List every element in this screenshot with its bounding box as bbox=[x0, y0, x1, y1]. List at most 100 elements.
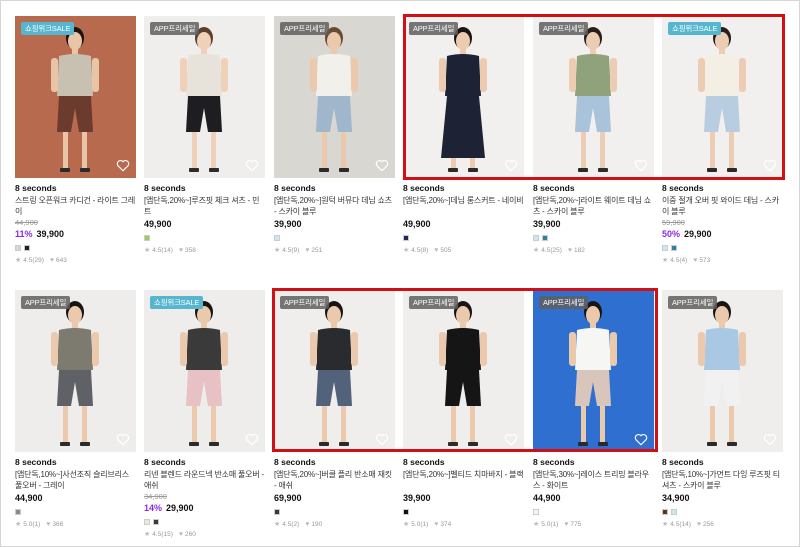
product-name[interactable]: [앱단독,20%~]버클 플리 반소매 재킷 - 애쉬 bbox=[274, 469, 395, 491]
heart-outline-icon[interactable] bbox=[763, 433, 777, 446]
product-card[interactable]: APP프리세일 8 seconds [앱단독,10%~]가먼트 다잉 루즈핏 티셔츠… bbox=[662, 290, 783, 528]
product-brand[interactable]: 8 seconds bbox=[274, 457, 395, 467]
product-brand[interactable]: 8 seconds bbox=[144, 457, 265, 467]
rating-value: 4.5(29) bbox=[23, 256, 44, 264]
product-card[interactable]: 쇼핑위크SALE 8 seconds 이중 절개 오버 핏 와이드 데님 - 스카이… bbox=[662, 16, 783, 264]
product-card[interactable]: APP프리세일 8 seconds [앱단독,20%~]원턱 버뮤다 데님 쇼츠 -… bbox=[274, 16, 395, 254]
app-presale-badge: APP프리세일 bbox=[409, 296, 459, 309]
color-swatch[interactable] bbox=[274, 235, 280, 241]
heart-outline-icon[interactable] bbox=[375, 159, 389, 172]
product-name[interactable]: [앱단독,10%~]사선조직 슬리브리스 풀오버 - 그레이 bbox=[15, 469, 136, 491]
product-image[interactable]: 쇼핑위크SALE bbox=[144, 290, 265, 452]
product-card[interactable]: APP프리세일 8 seconds [앱단독,20%~]벨티드 치마바지 - 블랙 3… bbox=[403, 290, 524, 528]
product-image[interactable]: APP프리세일 bbox=[274, 16, 395, 178]
product-name[interactable]: 리넨 블렌드 라운드넥 반소매 풀오버 - 애쉬 bbox=[144, 469, 265, 491]
app-presale-badge: APP프리세일 bbox=[539, 22, 589, 35]
product-name[interactable]: 스트링 오픈워크 카디건 - 라이트 그레이 bbox=[15, 195, 136, 217]
color-swatch[interactable] bbox=[671, 509, 677, 515]
product-brand[interactable]: 8 seconds bbox=[15, 183, 136, 193]
product-brand[interactable]: 8 seconds bbox=[662, 457, 783, 467]
product-name[interactable]: 이중 절개 오버 핏 와이드 데님 - 스카이 블루 bbox=[662, 195, 783, 217]
color-swatch[interactable] bbox=[274, 509, 280, 515]
heart-outline-icon[interactable] bbox=[116, 433, 130, 446]
product-image[interactable]: APP프리세일 bbox=[403, 16, 524, 178]
product-card[interactable]: APP프리세일 8 seconds [앱단독,20%~]데님 롱스커트 - 네이비 4… bbox=[403, 16, 524, 254]
color-swatch[interactable] bbox=[144, 235, 150, 241]
product-image[interactable]: APP프리세일 bbox=[15, 290, 136, 452]
sale-price: 29,900 bbox=[684, 229, 712, 239]
product-card[interactable]: 쇼핑위크SALE 8 seconds 스트링 오픈워크 카디건 - 라이트 그레이 4… bbox=[15, 16, 136, 264]
color-swatch[interactable] bbox=[144, 519, 150, 525]
product-image[interactable]: APP프리세일 bbox=[533, 290, 654, 452]
price-row: 50% 29,900 bbox=[662, 229, 783, 239]
product-name[interactable]: [앱단독,30%~]레이스 트리밍 블라우스 - 화이트 bbox=[533, 469, 654, 491]
heart-outline-icon[interactable] bbox=[504, 159, 518, 172]
color-swatch[interactable] bbox=[662, 245, 668, 251]
heart-outline-icon[interactable] bbox=[245, 159, 259, 172]
product-image[interactable]: APP프리세일 bbox=[662, 290, 783, 452]
color-swatch[interactable] bbox=[662, 509, 668, 515]
color-swatch[interactable] bbox=[15, 245, 21, 251]
product-card[interactable]: 쇼핑위크SALE 8 seconds 리넨 블렌드 라운드넥 반소매 풀오버 - 애… bbox=[144, 290, 265, 538]
heart-outline-icon[interactable] bbox=[763, 159, 777, 172]
product-image[interactable]: APP프리세일 bbox=[144, 16, 265, 178]
sale-price: 44,900 bbox=[15, 493, 43, 503]
product-name[interactable]: [앱단독,20%~]벨티드 치마바지 - 블랙 bbox=[403, 469, 524, 491]
product-name[interactable]: [앱단독,10%~]가먼트 다잉 루즈핏 티셔츠 - 스카이 블루 bbox=[662, 469, 783, 491]
product-name[interactable]: [앱단독,20%~]루즈핏 체크 셔츠 - 민트 bbox=[144, 195, 265, 217]
product-grid: 쇼핑위크SALE 8 seconds 스트링 오픈워크 카디건 - 라이트 그레이 4… bbox=[0, 0, 800, 547]
product-brand[interactable]: 8 seconds bbox=[15, 457, 136, 467]
price-row: 44,900 bbox=[15, 493, 136, 503]
price-row: 39,900 bbox=[403, 493, 524, 503]
product-image[interactable]: 쇼핑위크SALE bbox=[662, 16, 783, 178]
app-presale-badge: APP프리세일 bbox=[280, 296, 330, 309]
color-swatch[interactable] bbox=[24, 245, 30, 251]
product-card[interactable]: APP프리세일 8 seconds [앱단독,20%~]루즈핏 체크 셔츠 - 민트… bbox=[144, 16, 265, 254]
discount-rate: 50% bbox=[662, 229, 681, 239]
price-row: 39,900 bbox=[533, 219, 654, 229]
heart-outline-icon[interactable] bbox=[375, 433, 389, 446]
original-price: 44,900 bbox=[15, 218, 38, 227]
heart-icon: ♥ bbox=[434, 246, 439, 254]
product-name[interactable]: [앱단독,20%~]데님 롱스커트 - 네이비 bbox=[403, 195, 524, 217]
likes-count: 182 bbox=[574, 246, 585, 254]
color-swatch[interactable] bbox=[153, 519, 159, 525]
color-swatch[interactable] bbox=[403, 235, 409, 241]
product-card[interactable]: APP프리세일 8 seconds [앱단독,30%~]레이스 트리밍 블라우스 -… bbox=[533, 290, 654, 528]
product-brand[interactable]: 8 seconds bbox=[403, 457, 524, 467]
product-brand[interactable]: 8 seconds bbox=[533, 183, 654, 193]
product-brand[interactable]: 8 seconds bbox=[403, 183, 524, 193]
heart-outline-icon[interactable] bbox=[116, 159, 130, 172]
product-brand[interactable]: 8 seconds bbox=[144, 183, 265, 193]
rating-value: 4.5(9) bbox=[282, 246, 300, 254]
color-swatch[interactable] bbox=[15, 509, 21, 515]
product-card[interactable]: APP프리세일 8 seconds [앱단독,20%~]버클 플리 반소매 재킷 -… bbox=[274, 290, 395, 528]
product-name[interactable]: [앱단독,20%~]라이트 웨이트 데님 쇼츠 - 스카이 블루 bbox=[533, 195, 654, 217]
heart-icon: ♥ bbox=[305, 520, 310, 528]
color-swatch[interactable] bbox=[533, 235, 539, 241]
likes-count: 573 bbox=[699, 256, 711, 264]
product-card[interactable]: APP프리세일 8 seconds [앱단독,10%~]사선조직 슬리브리스 풀오버… bbox=[15, 290, 136, 528]
product-brand[interactable]: 8 seconds bbox=[533, 457, 654, 467]
product-image[interactable]: 쇼핑위크SALE bbox=[15, 16, 136, 178]
heart-outline-icon[interactable] bbox=[634, 159, 648, 172]
color-swatches bbox=[144, 235, 265, 241]
product-brand[interactable]: 8 seconds bbox=[274, 183, 395, 193]
product-image[interactable]: APP프리세일 bbox=[403, 290, 524, 452]
color-swatch[interactable] bbox=[533, 509, 539, 515]
heart-outline-icon[interactable] bbox=[504, 433, 518, 446]
heart-outline-icon[interactable] bbox=[245, 433, 259, 446]
product-image[interactable]: APP프리세일 bbox=[533, 16, 654, 178]
color-swatch[interactable] bbox=[542, 235, 548, 241]
rating-likes: ★ 4.5(15) ♥ 260 bbox=[144, 530, 265, 539]
product-card[interactable]: APP프리세일 8 seconds [앱단독,20%~]라이트 웨이트 데님 쇼츠 … bbox=[533, 16, 654, 254]
color-swatch[interactable] bbox=[403, 509, 409, 515]
star-icon: ★ bbox=[403, 247, 410, 254]
color-swatch[interactable] bbox=[671, 245, 677, 251]
heart-outline-icon[interactable] bbox=[634, 433, 648, 446]
discount-rate: 14% bbox=[144, 503, 163, 513]
product-photo bbox=[144, 16, 265, 178]
product-image[interactable]: APP프리세일 bbox=[274, 290, 395, 452]
product-name[interactable]: [앱단독,20%~]원턱 버뮤다 데님 쇼츠 - 스카이 블루 bbox=[274, 195, 395, 217]
product-brand[interactable]: 8 seconds bbox=[662, 183, 783, 193]
